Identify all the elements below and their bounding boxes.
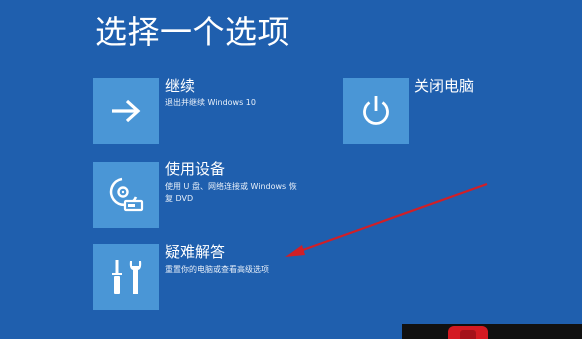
power-icon [359,94,393,128]
continue-title: 继续 [165,77,196,95]
use-device-description-line1: 使用 U 盘、网络连接或 Windows 恢 [165,182,297,191]
red-badge-icon [448,326,488,339]
use-device-title: 使用设备 [165,160,226,178]
annotation-arrow [285,182,488,257]
shutdown-title: 关闭电脑 [414,77,475,95]
use-device-tile[interactable] [93,162,159,228]
use-device-description-line2: 复 DVD [165,194,194,203]
troubleshoot-title: 疑难解答 [165,243,226,261]
continue-description: 退出并继续 Windows 10 [165,98,256,107]
overlay-bar [402,324,582,339]
disc-drive-icon [106,175,146,215]
troubleshoot-tile[interactable] [93,244,159,310]
page-title: 选择一个选项 [95,13,291,51]
arrow-right-icon [109,98,143,124]
continue-tile[interactable] [93,78,159,144]
shutdown-tile[interactable] [343,78,409,144]
tools-icon [108,257,144,297]
troubleshoot-description: 重置你的电脑或查看高级选项 [165,265,269,274]
